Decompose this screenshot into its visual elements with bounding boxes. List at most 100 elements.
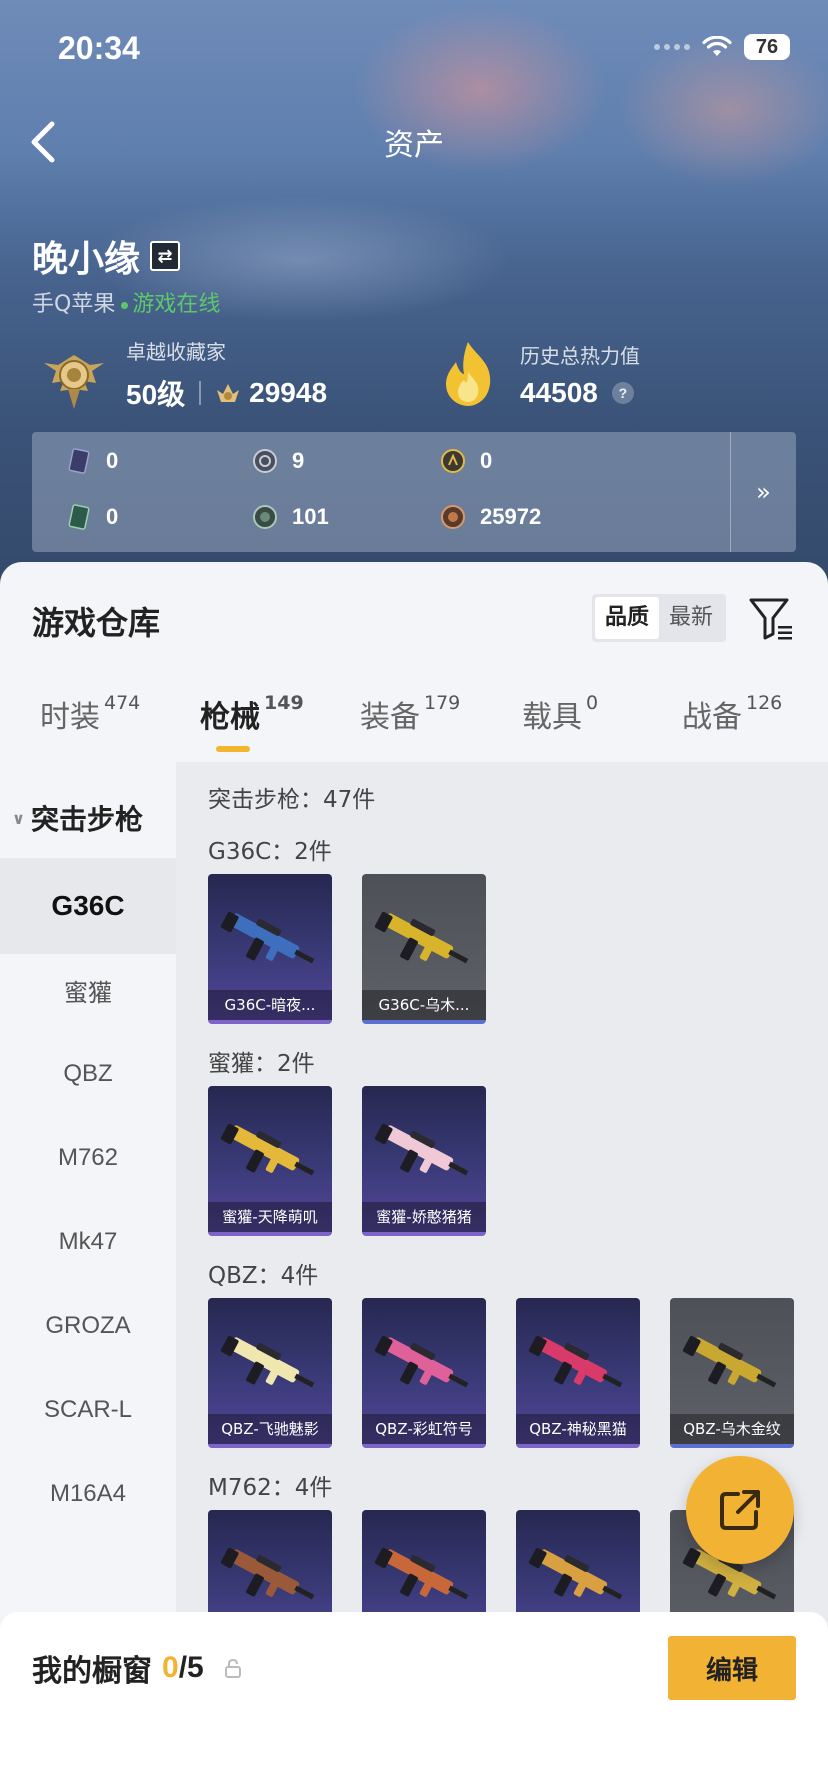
tab-count: 179 xyxy=(424,692,461,714)
tab-count: 149 xyxy=(264,692,304,714)
sidebar-item-honey-badger[interactable]: 蜜獾 xyxy=(0,942,176,1038)
share-icon xyxy=(720,1490,760,1530)
rifle-icon xyxy=(374,1123,469,1176)
warehouse-panel: 游戏仓库 品质 最新 时装 474 枪械 149 装备 179 载具 0 战备 126 ∨… xyxy=(0,562,828,1792)
tab-fashion[interactable]: 时装 474 xyxy=(40,692,140,736)
status-time: 20:34 xyxy=(58,30,140,66)
heat-title: 历史总热力值 xyxy=(520,343,640,368)
weapon-skin-label: QBZ-神秘黑猫 xyxy=(516,1414,640,1444)
tab-firearms[interactable]: 枪械 149 xyxy=(200,692,304,736)
filter-icon[interactable] xyxy=(748,596,794,642)
battery-indicator: 76 xyxy=(744,34,790,60)
collector-points-icon xyxy=(217,384,240,402)
rifle-icon xyxy=(374,911,469,964)
sidebar-category-label: 突击步枪 xyxy=(31,803,144,836)
warehouse-title: 游戏仓库 xyxy=(32,604,161,642)
tab-label: 载具 xyxy=(522,700,582,735)
weapon-skin-label: QBZ-彩虹符号 xyxy=(362,1414,486,1444)
tab-label: 枪械 xyxy=(200,700,260,735)
online-dot-icon xyxy=(121,301,129,309)
green-card-icon xyxy=(68,504,90,530)
sidebar-item-qbz[interactable]: QBZ xyxy=(0,1026,176,1122)
chevron-down-icon: ∨ xyxy=(12,808,25,828)
currency-value: 9 xyxy=(292,448,305,473)
sidebar-category[interactable]: ∨ 突击步枪 xyxy=(12,798,143,838)
tab-equipment[interactable]: 装备 179 xyxy=(360,692,460,736)
currency-coin-silver: 9 xyxy=(252,448,304,474)
weapon-group-title: G36C：2件 xyxy=(208,839,332,865)
sort-quality-button[interactable]: 品质 xyxy=(595,597,660,639)
tab-count: 0 xyxy=(586,692,599,714)
rifle-icon xyxy=(374,1335,469,1388)
purple-card-icon xyxy=(68,448,90,474)
currency-panel[interactable]: 0 9 0 0 101 25972 » xyxy=(32,432,796,552)
rifle-icon xyxy=(220,1123,315,1176)
weapon-skin-label: QBZ-乌木金纹 xyxy=(670,1414,794,1444)
green-coin-icon xyxy=(253,505,277,529)
divider xyxy=(199,381,202,405)
weapon-skin-label: 蜜獾-天降萌叽 xyxy=(208,1202,332,1232)
user-name: 晚小缘 xyxy=(32,239,141,280)
currency-card-purple: 0 xyxy=(66,448,118,474)
collector-title: 卓越收藏家 xyxy=(126,340,226,364)
sidebar-item-scar-l[interactable]: SCAR-L xyxy=(0,1362,176,1458)
showcase-current-count: 0 xyxy=(162,1651,179,1684)
online-status: 游戏在线 xyxy=(121,286,220,318)
rifle-icon xyxy=(220,1547,315,1600)
showcase-bar: 我的橱窗 0 /5 编辑 xyxy=(0,1612,828,1792)
sidebar-item-groza[interactable]: GROZA xyxy=(0,1278,176,1374)
rifle-summary: 突击步枪：47件 xyxy=(208,787,376,813)
weapon-skin-card[interactable]: G36C-暗夜... xyxy=(208,874,332,1024)
weapon-skin-card[interactable]: QBZ-神秘黑猫 xyxy=(516,1298,640,1448)
help-icon[interactable]: ? xyxy=(611,381,634,404)
share-button[interactable] xyxy=(686,1456,794,1564)
tab-vehicles[interactable]: 载具 0 xyxy=(522,692,598,736)
page-title: 资产 xyxy=(384,128,444,163)
rifle-icon xyxy=(528,1335,623,1388)
user-platform: 手Q苹果 xyxy=(32,292,116,317)
currency-value: 0 xyxy=(480,448,493,473)
tab-label: 装备 xyxy=(360,700,420,735)
weapon-skin-label: 蜜獾-娇憨猪猪 xyxy=(362,1202,486,1232)
weapon-skin-card[interactable]: 蜜獾-娇憨猪猪 xyxy=(362,1086,486,1236)
rifle-icon xyxy=(682,1335,777,1388)
weapon-skin-card[interactable]: 蜜獾-天降萌叽 xyxy=(208,1086,332,1236)
weapon-skin-card[interactable]: QBZ-飞驰魅影 xyxy=(208,1298,332,1448)
sidebar-item-g36c[interactable]: G36C xyxy=(0,858,176,954)
user-name-row: 晚小缘 ⇄ xyxy=(32,230,181,282)
rifle-icon xyxy=(220,911,315,964)
weapon-group-title: M762：4件 xyxy=(208,1475,333,1501)
wifi-icon xyxy=(702,36,732,56)
weapon-skin-label: G36C-暗夜... xyxy=(208,990,332,1020)
gold-coin-icon xyxy=(441,449,465,473)
showcase-total-count: /5 xyxy=(178,1651,204,1684)
currency-value: 101 xyxy=(292,504,329,529)
currency-coin-green: 101 xyxy=(252,504,329,530)
silver-coin-icon xyxy=(253,449,277,473)
asset-header: 20:34 76 资产 晚小缘 ⇄ 手Q苹果 游戏在线 卓越收藏家 50级 29… xyxy=(0,0,828,600)
tab-supplies[interactable]: 战备 126 xyxy=(682,692,782,736)
currency-card-green: 0 xyxy=(66,504,118,530)
flame-icon xyxy=(446,342,491,406)
weapon-skin-label: G36C-乌木... xyxy=(362,990,486,1020)
currency-more-button[interactable]: » xyxy=(730,432,796,552)
sort-latest-button[interactable]: 最新 xyxy=(659,597,723,639)
sidebar-item-mk47[interactable]: Mk47 xyxy=(0,1194,176,1290)
weapon-skin-card[interactable]: QBZ-乌木金纹 xyxy=(670,1298,794,1448)
collector-stat[interactable]: 卓越收藏家 50级 29948 xyxy=(36,336,327,413)
weapon-skin-card[interactable]: QBZ-彩虹符号 xyxy=(362,1298,486,1448)
heat-stat[interactable]: 历史总热力值 44508 ? xyxy=(430,336,640,412)
edit-button[interactable]: 编辑 xyxy=(668,1636,796,1700)
user-platform-row: 手Q苹果 游戏在线 xyxy=(32,286,220,318)
active-tab-indicator xyxy=(216,746,250,752)
tab-label: 战备 xyxy=(682,700,742,735)
sort-toggle: 品质 最新 xyxy=(592,594,727,642)
switch-account-icon[interactable]: ⇄ xyxy=(150,241,181,271)
weapon-skin-card[interactable]: G36C-乌木... xyxy=(362,874,486,1024)
rifle-icon xyxy=(528,1547,623,1600)
showcase-title: 我的橱窗 xyxy=(32,1654,152,1689)
rifle-icon xyxy=(220,1335,315,1388)
sidebar-item-m16a4[interactable]: M16A4 xyxy=(0,1446,176,1542)
tab-count: 474 xyxy=(104,692,141,714)
sidebar-item-m762[interactable]: M762 xyxy=(0,1110,176,1206)
